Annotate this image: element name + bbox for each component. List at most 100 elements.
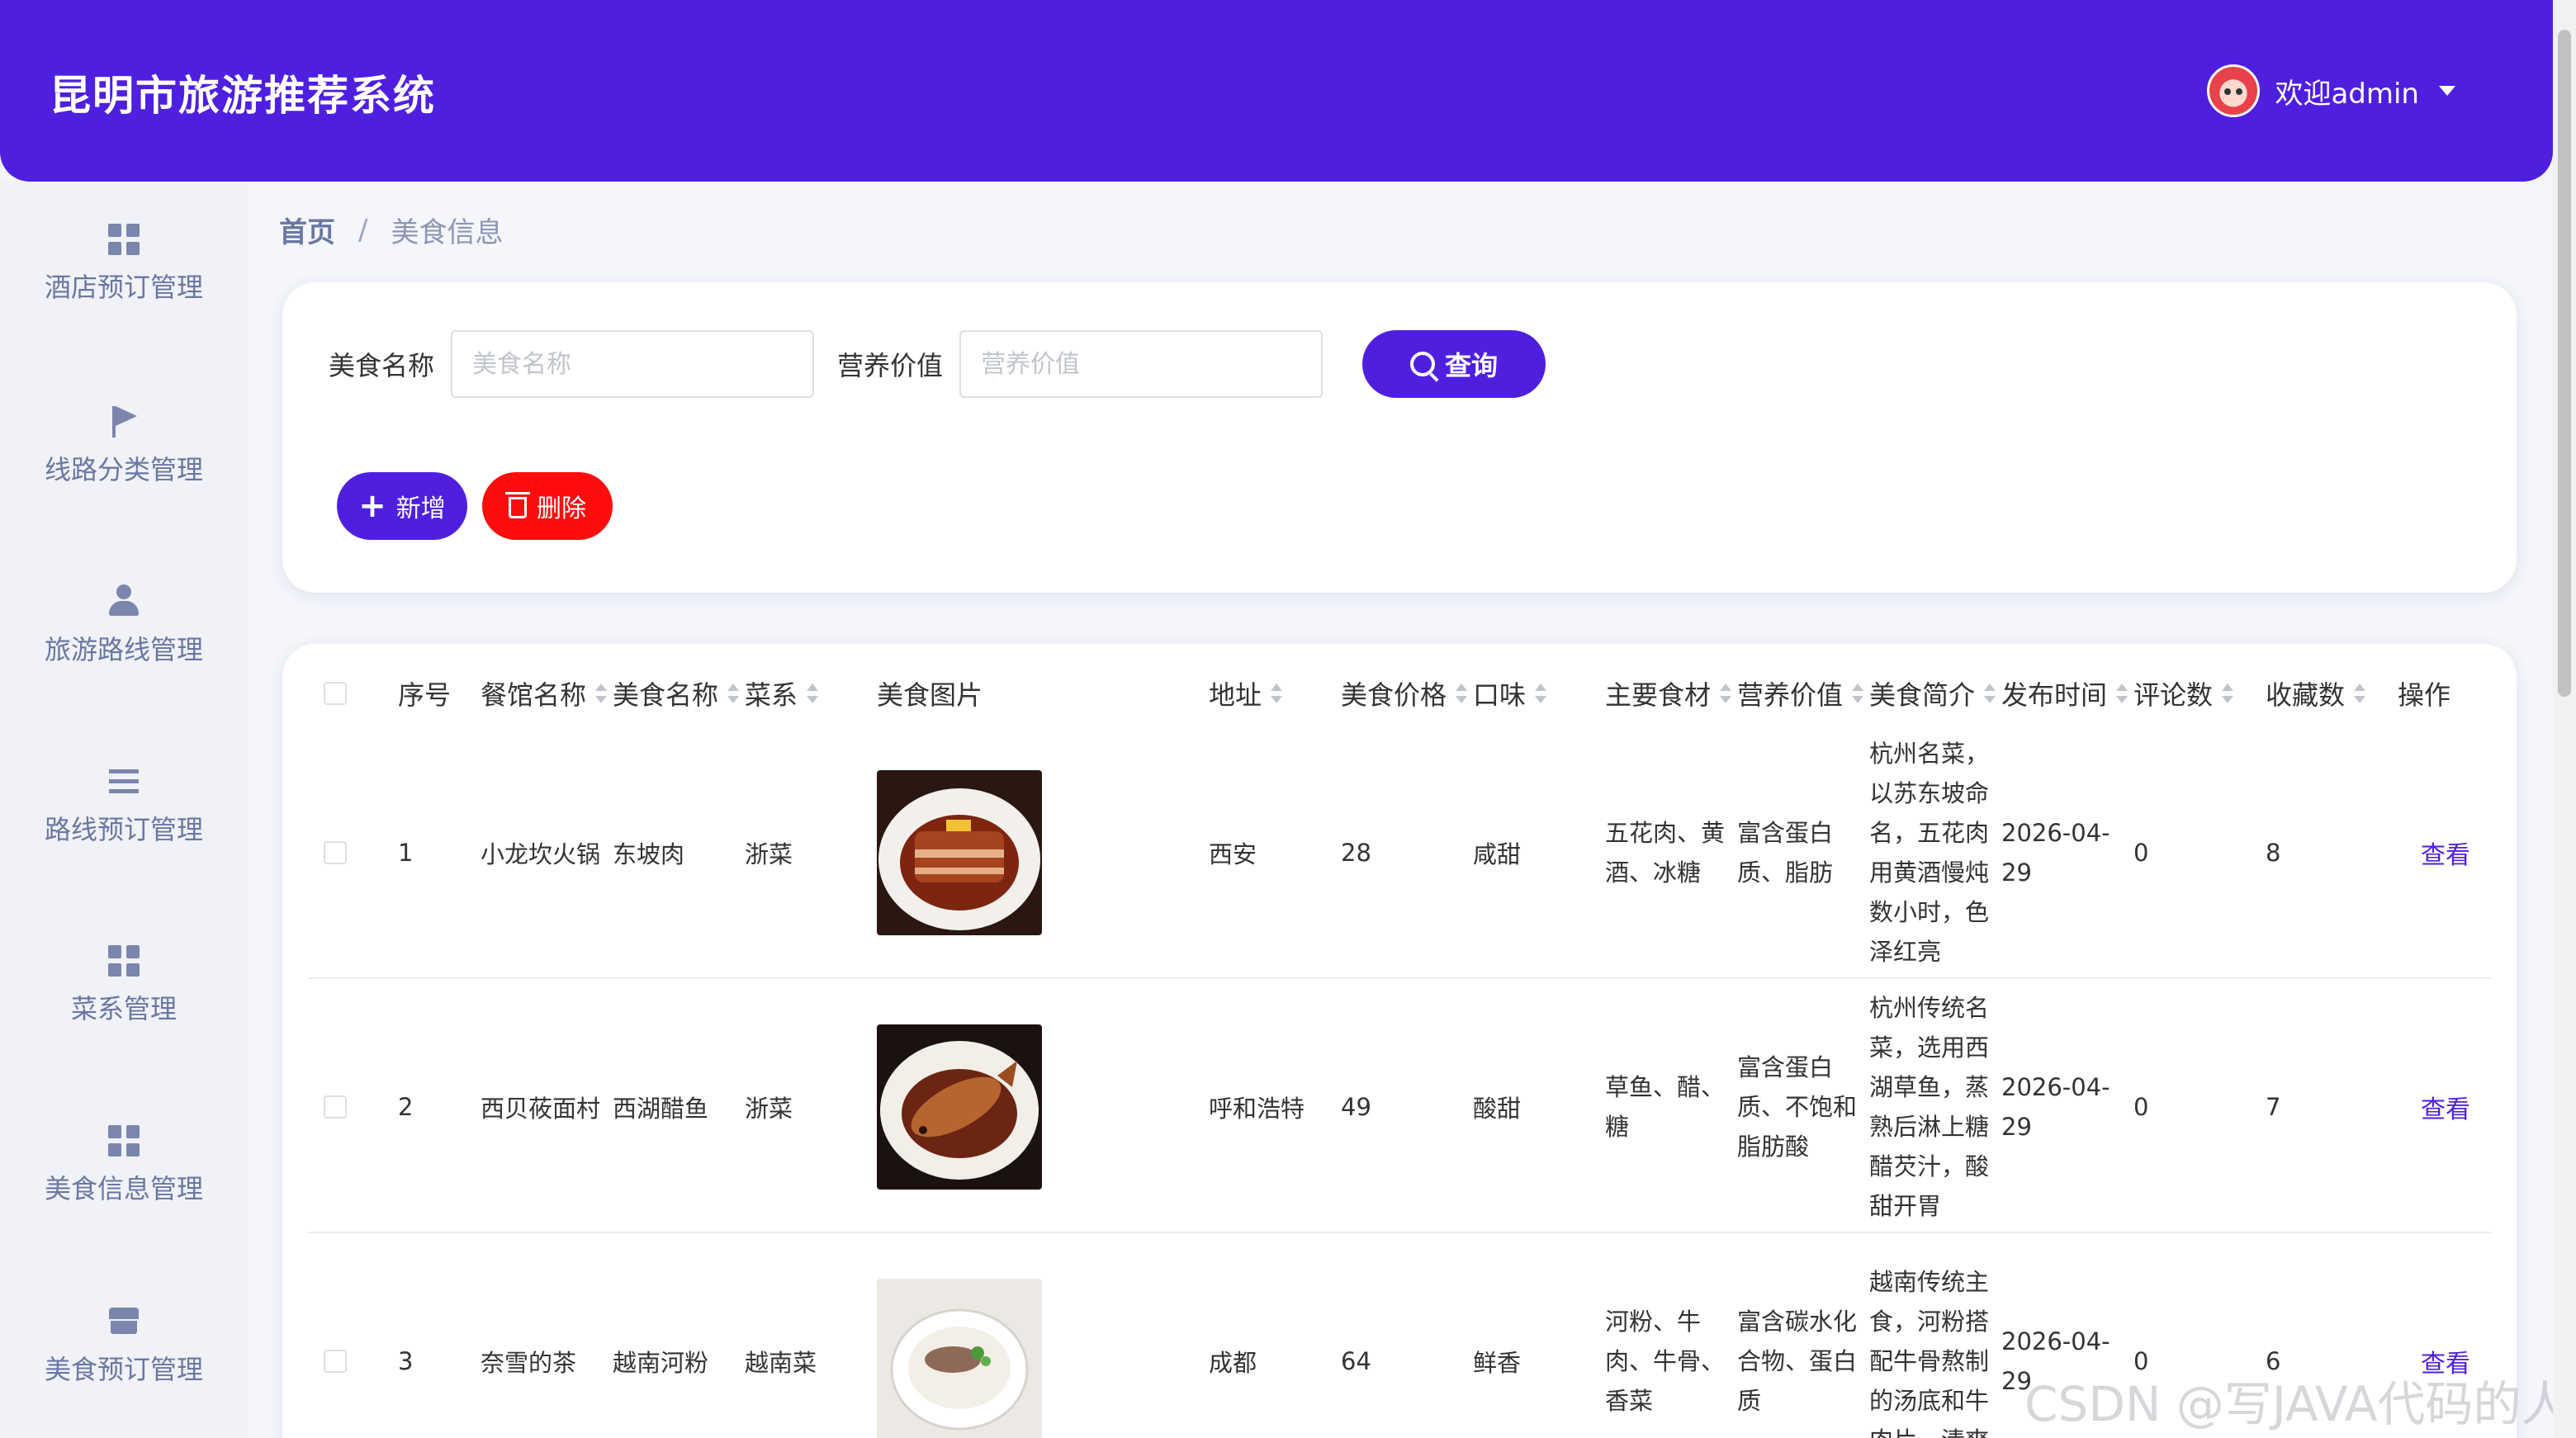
sidebar-item-label: 美食信息管理: [44, 1173, 203, 1204]
food-name-input[interactable]: [451, 330, 815, 398]
header-favorites[interactable]: 收藏数: [2266, 660, 2366, 726]
sort-icon[interactable]: [1719, 682, 1732, 705]
row-select-cell: [324, 726, 347, 979]
select-all-checkbox[interactable]: [324, 682, 347, 705]
cell-address: 呼和浩特: [1209, 1095, 1305, 1123]
sidebar-item-food-booking[interactable]: 美食预订管理: [0, 1263, 248, 1428]
sidebar-item-route-category[interactable]: 线路分类管理: [0, 363, 248, 528]
flag-icon: [107, 404, 140, 438]
header-taste[interactable]: 口味: [1473, 660, 1547, 726]
page-scrollbar[interactable]: [2553, 0, 2576, 1438]
add-button[interactable]: + 新增: [337, 472, 467, 540]
sort-icon[interactable]: [1270, 682, 1283, 705]
sort-icon[interactable]: [2115, 682, 2129, 705]
cell-ingredients: 五花肉、黄酒、冰糖: [1605, 819, 1726, 887]
sidebar-item-label: 菜系管理: [70, 993, 177, 1024]
food-name-label: 美食名称: [329, 350, 435, 381]
header-price[interactable]: 美食价格: [1341, 660, 1468, 726]
header-label: 美食简介: [1869, 679, 1976, 711]
cell-cuisine: 浙菜: [745, 1095, 793, 1123]
header-label: 地址: [1209, 679, 1262, 711]
sort-icon[interactable]: [2221, 682, 2234, 705]
view-link[interactable]: 查看: [2421, 726, 2470, 979]
header-label: 营养价值: [1737, 679, 1844, 711]
sidebar-item-label: 旅游路线管理: [44, 634, 203, 665]
sidebar-item-food-info[interactable]: 美食信息管理: [0, 1083, 248, 1248]
sort-icon[interactable]: [594, 682, 608, 705]
list-icon: [107, 764, 140, 797]
sort-icon[interactable]: [2353, 682, 2366, 705]
header-label: 收藏数: [2266, 679, 2346, 711]
sidebar-item-travel-route[interactable]: 旅游路线管理: [0, 543, 248, 708]
header-label: 口味: [1473, 679, 1527, 711]
header-label: 美食价格: [1341, 679, 1447, 711]
cell-comments: 0: [2133, 839, 2149, 867]
row-checkbox[interactable]: [324, 841, 347, 864]
query-button-label: 查询: [1445, 350, 1499, 381]
header-actions: 操作: [2398, 660, 2451, 726]
scrollbar-thumb[interactable]: [2558, 30, 2571, 697]
header-food[interactable]: 美食名称: [613, 660, 740, 726]
breadcrumb-home[interactable]: 首页: [279, 210, 335, 250]
food-image-pho: [877, 1279, 1042, 1438]
delete-button[interactable]: 删除: [482, 472, 613, 540]
avatar[interactable]: [2207, 64, 2261, 117]
query-button[interactable]: 查询: [1362, 330, 1546, 398]
cell-image: [877, 1235, 1042, 1438]
header-published[interactable]: 发布时间: [2001, 660, 2129, 726]
caret-down-icon[interactable]: [2439, 86, 2455, 96]
sort-icon[interactable]: [1851, 682, 1864, 705]
header-restaurant[interactable]: 餐馆名称: [481, 660, 608, 726]
cell-intro: 杭州名菜，以苏东坡命名，五花肉用黄酒慢炖数小时，色泽红亮: [1869, 740, 1990, 966]
sidebar-item-label: 美食预订管理: [44, 1354, 203, 1385]
header-image: 美食图片: [877, 660, 983, 726]
sidebar-item-label: 线路分类管理: [44, 454, 203, 485]
cell-cuisine: 浙菜: [745, 840, 793, 868]
cell-ingredients: 草鱼、醋、糖: [1605, 1073, 1726, 1141]
sort-icon[interactable]: [1534, 682, 1547, 705]
cell-taste: 酸甜: [1473, 1095, 1522, 1123]
cell-image: [877, 726, 1042, 979]
food-table: 序号 餐馆名称 美食名称 菜系 美食图片 地址 美食价格 口味 主要食材 营养价…: [282, 644, 2517, 1438]
cell-comments: 0: [2133, 1093, 2149, 1121]
row-checkbox[interactable]: [324, 1095, 347, 1119]
header-nutrition[interactable]: 营养价值: [1737, 660, 1864, 726]
sort-icon[interactable]: [806, 682, 819, 705]
header-cuisine[interactable]: 菜系: [745, 660, 819, 726]
cell-taste: 鲜香: [1473, 1349, 1522, 1377]
grid-icon: [108, 224, 140, 255]
cell-address: 成都: [1209, 1349, 1257, 1377]
action-row: + 新增 删除: [337, 472, 613, 540]
row-checkbox[interactable]: [324, 1350, 347, 1373]
breadcrumb-current: 美食信息: [391, 216, 504, 249]
breadcrumb: 首页 / 美食信息: [279, 210, 503, 250]
cell-intro: 越南传统主食，河粉搭配牛骨熬制的汤底和牛肉片，清爽: [1869, 1268, 1990, 1438]
welcome-text[interactable]: 欢迎admin: [2275, 71, 2419, 111]
shop-icon: [107, 1304, 140, 1337]
plus-icon: +: [358, 487, 386, 525]
sort-icon[interactable]: [1983, 682, 1996, 705]
trash-icon: [505, 492, 530, 518]
cell-taste: 咸甜: [1473, 840, 1522, 868]
user-menu[interactable]: 欢迎admin: [2207, 61, 2455, 121]
sort-icon[interactable]: [727, 682, 740, 705]
sidebar-item-hotel-booking[interactable]: 酒店预订管理: [0, 182, 248, 347]
nutrition-input[interactable]: [959, 330, 1324, 398]
top-header: 昆明市旅游推荐系统 欢迎admin: [0, 0, 2553, 182]
header-comments[interactable]: 评论数: [2133, 660, 2234, 726]
cell-nutrition: 富含蛋白质、脂肪: [1737, 819, 1834, 887]
breadcrumb-separator: /: [358, 213, 368, 247]
sidebar-item-route-booking[interactable]: 路线预订管理: [0, 723, 248, 888]
header-ingredients[interactable]: 主要食材: [1605, 660, 1732, 726]
header-address[interactable]: 地址: [1209, 660, 1283, 726]
header-intro[interactable]: 美食简介: [1869, 660, 1996, 726]
sort-icon[interactable]: [1455, 682, 1468, 705]
header-label: 美食名称: [613, 679, 719, 711]
cell-published: 2026-04-29: [2001, 1073, 2110, 1141]
sidebar-item-cuisine[interactable]: 菜系管理: [0, 903, 248, 1068]
cell-published: 2026-04-29: [2001, 819, 2110, 887]
view-link[interactable]: 查看: [2421, 981, 2470, 1233]
cell-cuisine: 越南菜: [745, 1349, 817, 1377]
search-panel: 美食名称 营养价值 查询 + 新增 删除: [282, 282, 2517, 593]
cell-favorites: 8: [2266, 839, 2281, 867]
